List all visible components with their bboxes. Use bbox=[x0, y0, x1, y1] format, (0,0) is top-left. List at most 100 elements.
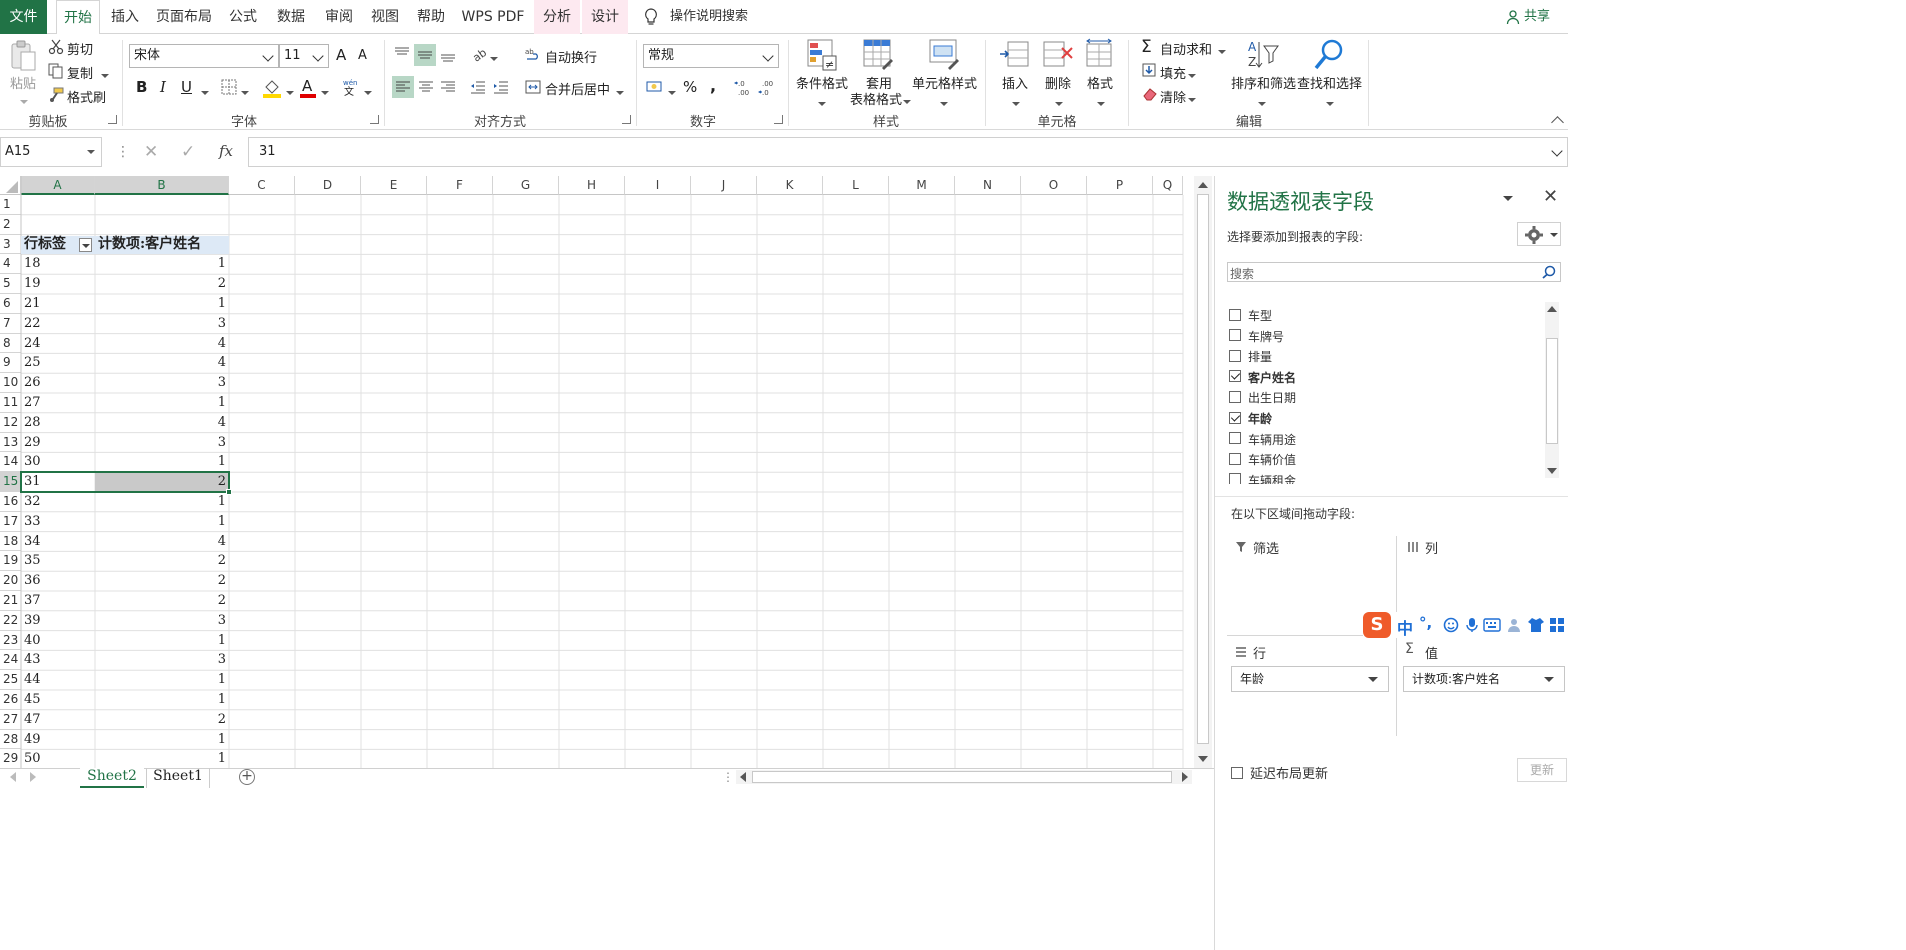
fill-dropdown-icon[interactable] bbox=[1188, 68, 1196, 84]
values-area[interactable]: Σ 值 计数项:客户姓名 bbox=[1399, 640, 1568, 740]
insert-cells-button[interactable]: 插入 bbox=[1002, 73, 1028, 92]
borders-dropdown-icon[interactable] bbox=[241, 85, 249, 101]
skin-shirt-icon[interactable] bbox=[1527, 617, 1545, 633]
pivot-row-label[interactable]: 21 bbox=[24, 294, 92, 314]
field-checkbox[interactable] bbox=[1229, 473, 1241, 484]
format-as-table-button-line2[interactable]: 表格格式 bbox=[850, 89, 902, 108]
tab-help[interactable]: 帮助 bbox=[410, 0, 452, 34]
vertical-scroll-thumb[interactable] bbox=[1197, 194, 1209, 744]
pivot-row-count[interactable]: 4 bbox=[98, 353, 226, 373]
emoji-icon[interactable] bbox=[1443, 617, 1459, 633]
pivot-row-count[interactable]: 2 bbox=[98, 551, 226, 571]
merge-dropdown-icon[interactable] bbox=[616, 85, 624, 101]
sogou-logo-icon[interactable]: S bbox=[1363, 612, 1391, 638]
tell-me-search[interactable]: 操作说明搜索 bbox=[670, 0, 748, 34]
pivot-row-label[interactable]: 34 bbox=[24, 532, 92, 552]
tab-page-layout[interactable]: 页面布局 bbox=[152, 0, 216, 34]
defer-checkbox-box[interactable] bbox=[1231, 766, 1243, 779]
cell-styles-icon[interactable] bbox=[928, 38, 960, 72]
tab-data[interactable]: 数据 bbox=[270, 0, 312, 34]
pivot-row-label[interactable]: 26 bbox=[24, 373, 92, 393]
sheet-tab-sheet1[interactable]: Sheet1 bbox=[146, 768, 210, 788]
expand-formula-icon[interactable] bbox=[1551, 145, 1563, 157]
format-painter-button[interactable]: 格式刷 bbox=[67, 87, 106, 106]
formula-input[interactable]: 31 bbox=[248, 137, 1568, 167]
clipboard-launcher-icon[interactable] bbox=[108, 115, 117, 124]
align-left-icon[interactable] bbox=[392, 76, 414, 98]
pivot-row-count[interactable]: 1 bbox=[98, 631, 226, 651]
align-bottom-icon[interactable] bbox=[438, 44, 458, 64]
decrease-decimal-icon[interactable]: .00.0 bbox=[757, 78, 778, 98]
field-checkbox[interactable] bbox=[1229, 329, 1241, 342]
row-label-filter-dropdown-icon[interactable] bbox=[79, 237, 92, 252]
scroll-right-icon[interactable] bbox=[1182, 772, 1188, 782]
field-checkbox[interactable] bbox=[1229, 432, 1241, 445]
find-select-button[interactable]: 查找和选择 bbox=[1297, 73, 1362, 92]
horizontal-scrollbar[interactable] bbox=[736, 770, 1192, 784]
pivot-row-count[interactable]: 1 bbox=[98, 294, 226, 314]
align-center-icon[interactable] bbox=[416, 77, 436, 97]
format-cells-dropdown-icon[interactable] bbox=[1097, 96, 1105, 112]
alignment-launcher-icon[interactable] bbox=[622, 115, 631, 124]
tab-formulas[interactable]: 公式 bbox=[222, 0, 264, 34]
field-item[interactable]: 车型 bbox=[1229, 306, 1272, 326]
field-checkbox[interactable] bbox=[1229, 411, 1241, 424]
pivot-row-count[interactable]: 1 bbox=[98, 670, 226, 690]
field-item[interactable]: 车牌号 bbox=[1229, 327, 1284, 347]
delete-cells-icon[interactable] bbox=[1042, 40, 1074, 70]
pivot-row-count[interactable]: 1 bbox=[98, 730, 226, 750]
cancel-icon[interactable]: ✕ bbox=[144, 142, 158, 162]
sheet-tab-sheet2[interactable]: Sheet2 bbox=[80, 768, 144, 788]
field-search-input[interactable]: 搜索 bbox=[1227, 262, 1561, 282]
scroll-left-icon[interactable] bbox=[740, 772, 746, 782]
prev-sheet-icon[interactable] bbox=[10, 772, 16, 782]
wrap-text-button[interactable]: 自动换行 bbox=[545, 47, 597, 66]
enter-icon[interactable]: ✓ bbox=[181, 142, 195, 162]
field-item[interactable]: 年龄 bbox=[1229, 409, 1272, 429]
tab-split-handle[interactable]: ⋮ bbox=[722, 770, 734, 784]
pivot-row-label[interactable]: 22 bbox=[24, 314, 92, 334]
toolbox-grid-icon[interactable] bbox=[1549, 617, 1565, 633]
phonetic-icon[interactable]: wén 文 bbox=[341, 78, 359, 98]
worksheet-grid[interactable]: ABCDEFGHIJKLMNOPQ 1 2 3 4 5 6 7 8 9 10 11 12 13 14 15 1… bbox=[0, 176, 1192, 768]
cut-button[interactable]: 剪切 bbox=[67, 39, 93, 58]
value-field-pill[interactable]: 计数项:客户姓名 bbox=[1403, 666, 1565, 692]
align-middle-icon[interactable] bbox=[414, 44, 436, 66]
tab-review[interactable]: 审阅 bbox=[318, 0, 360, 34]
underline-dropdown-icon[interactable] bbox=[201, 85, 209, 101]
percent-button[interactable]: % bbox=[683, 78, 697, 96]
close-icon[interactable]: ✕ bbox=[1543, 186, 1558, 207]
pivot-row-count[interactable]: 1 bbox=[98, 492, 226, 512]
font-launcher-icon[interactable] bbox=[370, 115, 379, 124]
sort-filter-button[interactable]: 排序和筛选 bbox=[1231, 73, 1296, 92]
tab-design[interactable]: 设计 bbox=[582, 0, 628, 34]
pivot-row-label[interactable]: 18 bbox=[24, 254, 92, 274]
add-sheet-icon[interactable]: + bbox=[239, 769, 255, 785]
fill-handle[interactable] bbox=[226, 489, 232, 495]
autosum-button[interactable]: 自动求和 bbox=[1160, 39, 1212, 58]
pivot-row-label[interactable]: 30 bbox=[24, 452, 92, 472]
conditional-formatting-button[interactable]: 条件格式 bbox=[796, 73, 848, 92]
field-checkbox[interactable] bbox=[1229, 308, 1241, 321]
field-checkbox[interactable] bbox=[1229, 452, 1241, 465]
pivot-row-count[interactable]: 1 bbox=[98, 452, 226, 472]
pivot-row-label[interactable]: 36 bbox=[24, 571, 92, 591]
tab-wps-pdf[interactable]: WPS PDF bbox=[458, 0, 528, 34]
pivot-row-label[interactable]: 45 bbox=[24, 690, 92, 710]
more-options-icon[interactable]: ⋮ bbox=[116, 144, 131, 160]
find-select-dropdown-icon[interactable] bbox=[1326, 96, 1334, 112]
delete-cells-button[interactable]: 删除 bbox=[1045, 73, 1071, 92]
cell-styles-dropdown-icon[interactable] bbox=[940, 96, 948, 112]
sort-filter-icon[interactable]: AZ bbox=[1244, 38, 1280, 72]
pivot-row-count[interactable]: 2 bbox=[98, 591, 226, 611]
pivot-row-label[interactable]: 49 bbox=[24, 730, 92, 750]
increase-decimal-icon[interactable]: .0.00 bbox=[733, 78, 754, 98]
pivot-row-label[interactable]: 37 bbox=[24, 591, 92, 611]
pivot-row-label[interactable]: 24 bbox=[24, 334, 92, 354]
pivot-row-count[interactable]: 4 bbox=[98, 413, 226, 433]
pivot-row-count[interactable]: 4 bbox=[98, 532, 226, 552]
decrease-indent-icon[interactable] bbox=[468, 77, 488, 97]
tab-home[interactable]: 开始 bbox=[56, 0, 100, 35]
field-item[interactable]: 车辆用途 bbox=[1229, 430, 1296, 450]
underline-button[interactable]: U bbox=[181, 78, 192, 96]
